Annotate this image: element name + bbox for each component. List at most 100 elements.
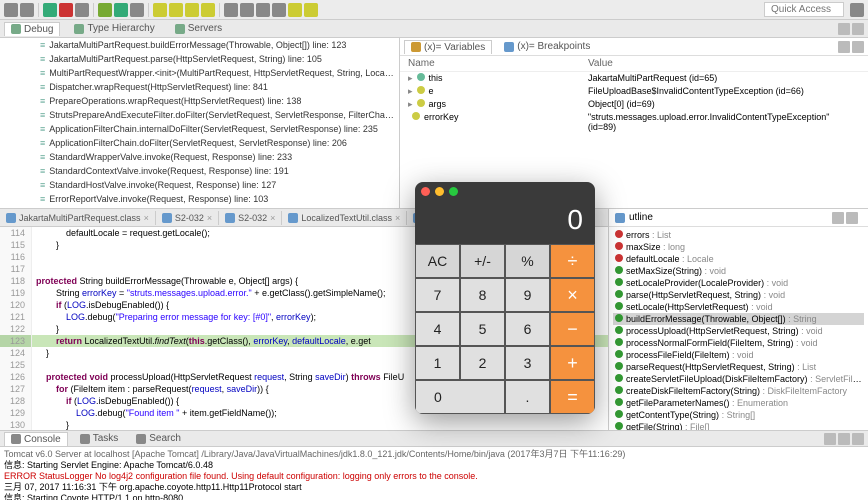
outline-item[interactable]: setLocaleProvider(LocaleProvider) : void [613, 277, 864, 289]
editor-tab[interactable]: S2-032 × [156, 211, 219, 225]
stack-frame[interactable]: PrepareOperations.wrapRequest(HttpServle… [0, 94, 399, 108]
back-icon[interactable] [288, 3, 302, 17]
zoom-icon[interactable] [449, 187, 458, 196]
sort-icon[interactable] [832, 212, 844, 224]
calc-button-6[interactable]: 6 [505, 312, 550, 346]
stack-frame[interactable]: MultiPartRequestWrapper.<init>(MultiPart… [0, 66, 399, 80]
variable-row[interactable]: errorKey"struts.messages.upload.error.In… [400, 111, 868, 133]
calc-button-5[interactable]: 5 [460, 312, 505, 346]
outline-item[interactable]: setLocale(HttpServletRequest) : void [613, 301, 864, 313]
calc-button-.[interactable]: . [505, 380, 550, 414]
stack-frame[interactable]: JakartaMultiPartRequest.buildErrorMessag… [0, 38, 399, 52]
calc-button-−[interactable]: − [550, 312, 595, 346]
debug-icon[interactable] [98, 3, 112, 17]
calc-button-4[interactable]: 4 [415, 312, 460, 346]
step-icon[interactable] [169, 3, 183, 17]
outline-item[interactable]: setMaxSize(String) : void [613, 265, 864, 277]
editor-tab[interactable]: JakartaMultiPartRequest.class × [0, 211, 156, 225]
calc-button-7[interactable]: 7 [415, 278, 460, 312]
calc-button-3[interactable]: 3 [505, 346, 550, 380]
close-tab-icon[interactable]: × [395, 213, 400, 223]
stack-frame[interactable]: StrutsPrepareAndExecuteFilter.doFilter(S… [0, 108, 399, 122]
calc-button-=[interactable]: = [550, 380, 595, 414]
tree-icon[interactable] [838, 41, 850, 53]
calc-button-8[interactable]: 8 [460, 278, 505, 312]
console-tab-search[interactable]: Search [130, 432, 187, 445]
calculator-titlebar[interactable] [415, 182, 595, 200]
calc-button-+/-[interactable]: +/- [460, 244, 505, 278]
outline-item[interactable]: processNormalFormField(FileItem, String)… [613, 337, 864, 349]
calc-button-1[interactable]: 1 [415, 346, 460, 380]
maximize-icon[interactable] [852, 23, 864, 35]
step-icon[interactable] [153, 3, 167, 17]
stack-frame[interactable]: JakartaMultiPartRequest.parse(HttpServle… [0, 52, 399, 66]
outline-item[interactable]: getContentType(String) : String[] [613, 409, 864, 421]
minimize-icon[interactable] [838, 23, 850, 35]
outline-item[interactable]: parse(HttpServletRequest, String) : void [613, 289, 864, 301]
close-tab-icon[interactable]: × [207, 213, 212, 223]
calc-button-2[interactable]: 2 [460, 346, 505, 380]
outline-item[interactable]: parseRequest(HttpServletRequest, String)… [613, 361, 864, 373]
outline-item[interactable]: buildErrorMessage(Throwable, Object[]) :… [613, 313, 864, 325]
calc-button-0[interactable]: 0 [415, 380, 505, 414]
variable-row[interactable]: ▸thisJakartaMultiPartRequest (id=65) [400, 72, 868, 85]
toolbar-icon[interactable] [224, 3, 238, 17]
stack-frame[interactable]: StandardHostValve.invoke(Request, Respon… [0, 178, 399, 192]
calc-button-×[interactable]: × [550, 278, 595, 312]
vars-tab-breakpoints[interactable]: (x)= Breakpoints [498, 40, 596, 53]
outline-item[interactable]: maxSize : long [613, 241, 864, 253]
stack-frame[interactable]: StandardContextValve.invoke(Request, Res… [0, 164, 399, 178]
lock-icon[interactable] [852, 433, 864, 445]
perspective-icon[interactable] [850, 3, 864, 17]
outline-item[interactable]: getFileParameterNames() : Enumeration [613, 397, 864, 409]
stack-frame[interactable]: ApplicationFilterChain.doFilter(ServletR… [0, 136, 399, 150]
step-icon[interactable] [201, 3, 215, 17]
outline-item[interactable]: processUpload(HttpServletRequest, String… [613, 325, 864, 337]
calc-button-AC[interactable]: AC [415, 244, 460, 278]
toolbar-icon[interactable] [20, 3, 34, 17]
run-icon[interactable] [114, 3, 128, 17]
close-icon[interactable] [421, 187, 430, 196]
toolbar-icon[interactable] [130, 3, 144, 17]
quick-access-input[interactable] [764, 2, 844, 17]
console-tab-tasks[interactable]: Tasks [74, 432, 125, 445]
outline-item[interactable]: getFile(String) : File[] [613, 421, 864, 430]
variable-row[interactable]: ▸eFileUploadBase$InvalidContentTypeExcep… [400, 85, 868, 98]
calc-button-9[interactable]: 9 [505, 278, 550, 312]
debug-tab-servers[interactable]: Servers [169, 22, 228, 35]
close-tab-icon[interactable]: × [270, 213, 275, 223]
close-tab-icon[interactable]: × [144, 213, 149, 223]
forward-icon[interactable] [304, 3, 318, 17]
calc-button-÷[interactable]: ÷ [550, 244, 595, 278]
toolbar-icon[interactable] [75, 3, 89, 17]
toolbar-icon[interactable] [240, 3, 254, 17]
editor-tab[interactable]: S2-032 × [219, 211, 282, 225]
stack-frame[interactable]: ErrorReportValve.invoke(Request, Respons… [0, 192, 399, 206]
stop-icon[interactable] [59, 3, 73, 17]
outline-item[interactable]: processFileField(FileItem) : void [613, 349, 864, 361]
clear-icon[interactable] [824, 433, 836, 445]
stack-frame[interactable]: ApplicationFilterChain.internalDoFilter(… [0, 122, 399, 136]
toolbar-icon[interactable] [272, 3, 286, 17]
console-tab-console[interactable]: Console [4, 432, 68, 446]
toolbar-icon[interactable] [4, 3, 18, 17]
outline-item[interactable]: createServletFileUpload(DiskFileItemFact… [613, 373, 864, 385]
filter-icon[interactable] [846, 212, 858, 224]
outline-item[interactable]: errors : List [613, 229, 864, 241]
calc-button-%[interactable]: % [505, 244, 550, 278]
pin-icon[interactable] [838, 433, 850, 445]
step-icon[interactable] [185, 3, 199, 17]
code-line[interactable]: 130 } [0, 419, 608, 430]
debug-tab-debug[interactable]: Debug [4, 22, 60, 36]
outline-item[interactable]: createDiskFileItemFactory(String) : Disk… [613, 385, 864, 397]
stack-frame[interactable]: Dispatcher.wrapRequest(HttpServletReques… [0, 80, 399, 94]
run-icon[interactable] [43, 3, 57, 17]
stack-frame[interactable]: StandardWrapperValve.invoke(Request, Res… [0, 150, 399, 164]
calc-button-+[interactable]: + [550, 346, 595, 380]
debug-tab-type-hierarchy[interactable]: Type Hierarchy [68, 22, 160, 35]
minimize-icon[interactable] [435, 187, 444, 196]
outline-item[interactable]: defaultLocale : Locale [613, 253, 864, 265]
vars-tab-variables[interactable]: (x)= Variables [404, 40, 492, 54]
menu-icon[interactable] [852, 41, 864, 53]
editor-tab[interactable]: LocalizedTextUtil.class × [282, 211, 407, 225]
